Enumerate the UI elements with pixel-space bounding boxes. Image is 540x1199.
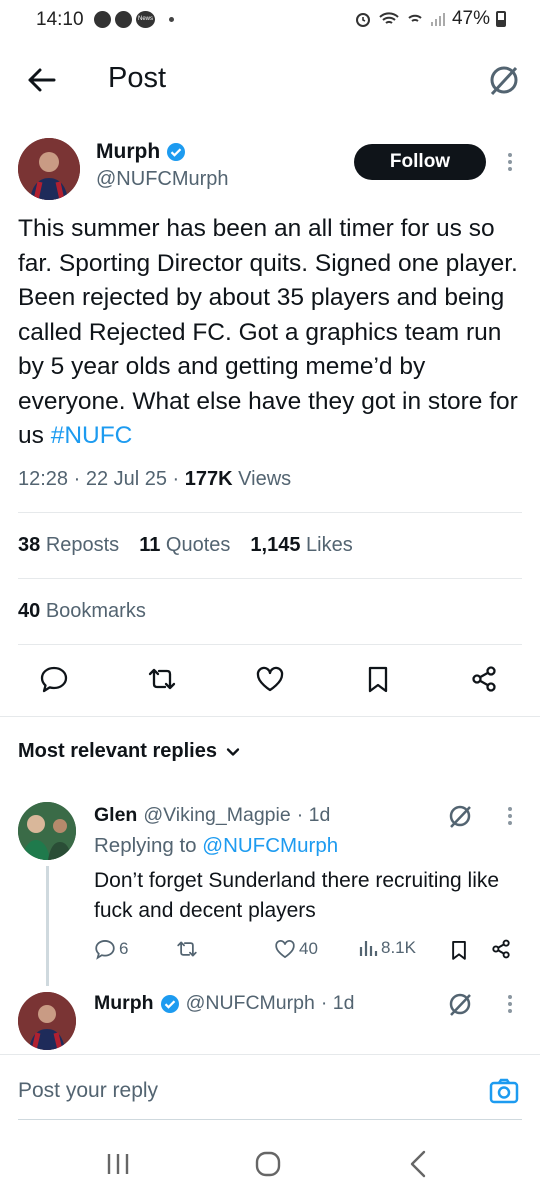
reply-author-handle[interactable]: @NUFCMurph bbox=[186, 992, 315, 1015]
verified-badge-icon bbox=[167, 143, 186, 161]
reply-reply-button[interactable]: 6 bbox=[94, 938, 128, 960]
post-meta: 12:28 · 22 Jul 25 · 177K Views bbox=[18, 468, 291, 491]
verified-badge-icon bbox=[160, 994, 179, 1013]
replies-sort-dropdown[interactable]: Most relevant replies bbox=[18, 740, 241, 763]
wifi-calling-icon bbox=[408, 14, 422, 22]
status-time: 14:10 bbox=[36, 9, 84, 30]
hashtag-link[interactable]: #NUFC bbox=[51, 422, 133, 449]
author-name[interactable]: Murph bbox=[96, 140, 186, 164]
author-name-text[interactable]: Murph bbox=[96, 140, 160, 164]
reply-icon[interactable] bbox=[39, 664, 69, 694]
divider bbox=[18, 644, 522, 645]
news-icon: News bbox=[136, 11, 155, 28]
whatsapp-icon bbox=[115, 11, 132, 28]
reply-input[interactable]: Post your reply bbox=[18, 1079, 158, 1103]
bookmarks-stat[interactable]: 40 Bookmarks bbox=[18, 600, 146, 623]
reply-author-handle[interactable]: @Viking_Magpie bbox=[143, 804, 290, 827]
chevron-down-icon bbox=[226, 747, 240, 756]
reply-like-button[interactable]: 40 bbox=[274, 938, 318, 960]
view-count: 8.1K bbox=[381, 938, 416, 957]
reply-header: Murph @NUFCMurph · 1d bbox=[94, 992, 354, 1015]
composer-underline bbox=[18, 1119, 522, 1120]
replying-to: Replying to @NUFCMurph bbox=[94, 834, 338, 858]
divider bbox=[0, 716, 540, 717]
share-icon[interactable] bbox=[490, 938, 512, 960]
like-icon[interactable] bbox=[255, 664, 285, 694]
status-bar: 14:10 News 47% bbox=[0, 0, 540, 44]
reply-header: Glen @Viking_Magpie · 1d bbox=[94, 804, 330, 827]
likes-stat[interactable]: 1,145 Likes bbox=[250, 534, 352, 557]
battery-percent: 47% bbox=[451, 8, 490, 29]
reply-icon bbox=[95, 940, 115, 960]
message-icon bbox=[94, 11, 111, 28]
more-options-icon[interactable] bbox=[502, 150, 518, 176]
views-label: Views bbox=[232, 468, 292, 490]
header: Post bbox=[0, 48, 540, 112]
reply-time: · 1d bbox=[296, 804, 331, 826]
follow-button[interactable]: Follow bbox=[354, 144, 486, 180]
post-body: This summer has been an all timer for us… bbox=[18, 215, 525, 449]
reposts-stat[interactable]: 38 Reposts bbox=[18, 534, 119, 557]
author-avatar[interactable] bbox=[18, 138, 80, 200]
more-notifications-icon bbox=[169, 17, 174, 22]
author-handle[interactable]: @NUFCMurph bbox=[96, 168, 229, 191]
reply-author-name[interactable]: Murph bbox=[94, 992, 154, 1015]
divider bbox=[18, 512, 522, 513]
share-icon[interactable] bbox=[469, 664, 499, 694]
views-icon bbox=[359, 941, 378, 956]
reply-avatar[interactable] bbox=[18, 992, 76, 1050]
home-icon[interactable] bbox=[250, 1146, 286, 1182]
reply-time: · 1d bbox=[320, 992, 355, 1014]
notification-icons: News bbox=[94, 11, 174, 28]
post-action-bar bbox=[0, 664, 540, 700]
post-text: This summer has been an all timer for us… bbox=[18, 212, 528, 454]
more-options-icon[interactable] bbox=[502, 992, 518, 1018]
quotes-stat[interactable]: 11 Quotes bbox=[139, 534, 230, 557]
recent-apps-icon[interactable] bbox=[100, 1146, 136, 1182]
thread-line bbox=[46, 866, 49, 986]
grok-icon[interactable] bbox=[446, 802, 474, 830]
battery-icon bbox=[496, 11, 506, 27]
like-icon bbox=[275, 940, 295, 959]
reply-avatar[interactable] bbox=[18, 802, 76, 860]
repost-icon[interactable] bbox=[147, 664, 177, 694]
reply-author-name[interactable]: Glen bbox=[94, 804, 137, 827]
reply-views-button[interactable]: 8.1K bbox=[358, 938, 416, 958]
system-icons: 47% bbox=[354, 8, 506, 30]
replying-prefix: Replying to bbox=[94, 834, 203, 857]
reply-text: Don’t forget Sunderland there recruiting… bbox=[94, 869, 500, 922]
wifi-icon bbox=[379, 12, 399, 24]
replies-sort-label[interactable]: Most relevant replies bbox=[18, 740, 217, 763]
reply-composer[interactable]: Post your reply bbox=[0, 1054, 540, 1124]
reply-action-bar: 6 40 8.1K bbox=[94, 938, 524, 966]
bookmark-icon[interactable] bbox=[448, 938, 470, 962]
arrow-left-icon[interactable] bbox=[24, 64, 60, 96]
bookmark-icon[interactable] bbox=[363, 664, 393, 694]
repost-icon bbox=[177, 941, 197, 957]
reply-repost-button[interactable] bbox=[176, 938, 198, 960]
camera-icon[interactable] bbox=[488, 1075, 520, 1107]
grok-icon[interactable] bbox=[486, 62, 522, 98]
like-count: 40 bbox=[299, 939, 318, 958]
more-options-icon[interactable] bbox=[502, 804, 518, 830]
post-timestamp: 12:28 · 22 Jul 25 · bbox=[18, 468, 185, 490]
reply-count: 6 bbox=[119, 939, 129, 958]
post-stats: 38 Reposts 11 Quotes 1,145 Likes bbox=[18, 534, 353, 557]
nav-back-icon[interactable] bbox=[402, 1146, 438, 1182]
replying-to-link[interactable]: @NUFCMurph bbox=[202, 834, 338, 857]
divider bbox=[18, 578, 522, 579]
signal-icon bbox=[430, 13, 445, 26]
alarm-icon bbox=[355, 13, 370, 27]
views-count: 177K bbox=[184, 468, 233, 490]
system-nav-bar bbox=[0, 1130, 540, 1199]
grok-icon[interactable] bbox=[446, 990, 474, 1018]
page-title: Post bbox=[108, 62, 167, 94]
